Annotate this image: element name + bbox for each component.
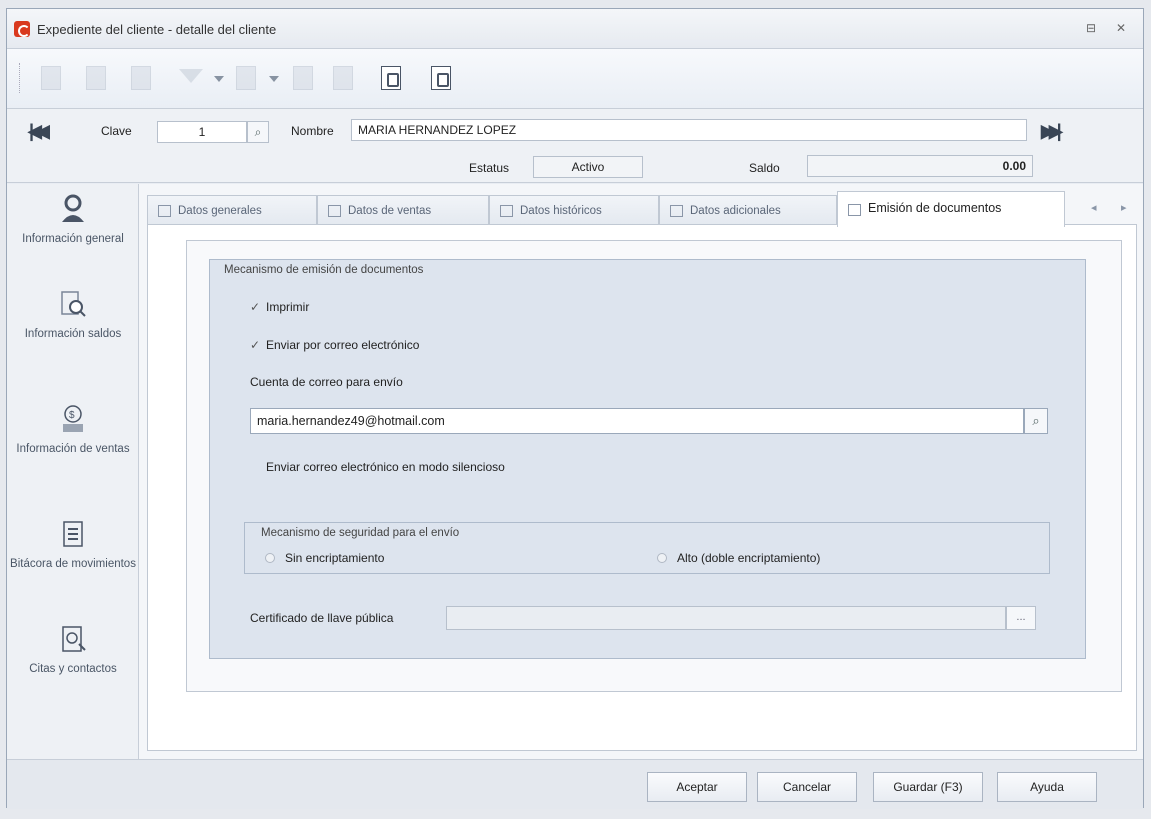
sales-doc-icon [328, 205, 341, 217]
tab-label: Emisión de documentos [868, 201, 1002, 215]
contacts-icon [62, 626, 86, 652]
guardar-button[interactable]: Guardar (F3) [873, 772, 983, 802]
app-logo-icon [14, 21, 30, 37]
tab-datos-adicionales[interactable]: Datos adicionales [659, 195, 837, 225]
print-dropdown-chevron-icon[interactable] [269, 76, 279, 82]
certificado-field[interactable] [446, 606, 1006, 630]
home-icon [158, 205, 171, 217]
estatus-label: Estatus [469, 161, 510, 175]
edit-record-icon[interactable] [82, 63, 112, 93]
sidebar-item-informacion-saldos[interactable]: Información saldos [7, 289, 139, 342]
svg-text:$: $ [69, 410, 75, 421]
emision-group-title: Mecanismo de emisión de documentos [224, 264, 424, 276]
correo-label: Enviar por correo electrónico [266, 338, 420, 352]
tab-label: Datos de ventas [348, 205, 432, 217]
cuenta-email-input[interactable]: maria.hernandez49@hotmail.com [250, 408, 1024, 434]
check-icon: ✓ [250, 338, 261, 352]
sidebar-item-citas-contactos[interactable]: Citas y contactos [7, 624, 139, 677]
imprimir-checkbox[interactable]: ✓ Imprimir [250, 300, 309, 314]
nombre-field[interactable]: MARIA HERNANDEZ LOPEZ [351, 119, 1027, 141]
clave-search-icon[interactable]: ⌕ [247, 121, 269, 143]
tab-panel: Mecanismo de emisión de documentos ✓ Impr… [147, 224, 1137, 751]
radio-alto-encriptamiento[interactable]: Alto (doble encriptamiento) [657, 551, 820, 565]
person-icon [62, 194, 84, 222]
email-search-icon[interactable]: ⌕ [1024, 408, 1048, 434]
dialog-footer: Aceptar Cancelar Guardar (F3) Ayuda [7, 759, 1143, 809]
radio-alto-label: Alto (doble encriptamiento) [677, 551, 821, 565]
tab-label: Datos adicionales [690, 205, 781, 217]
first-record-arrow-icon[interactable]: |◀◀ [29, 121, 50, 141]
seguridad-group: Mecanismo de seguridad para el envío Sin… [244, 522, 1050, 574]
sidebar-item-label: Información de ventas [16, 443, 130, 455]
last-record-arrow-icon[interactable]: ▶▶| [1041, 121, 1062, 141]
client-header: |◀◀ Clave 1 ⌕ Nombre MARIA HERNANDEZ LOP… [7, 109, 1143, 183]
sidebar-item-label: Citas y contactos [29, 663, 117, 675]
emision-container: Mecanismo de emisión de documentos ✓ Impr… [186, 240, 1122, 692]
log-list-icon [63, 521, 83, 547]
cuenta-label: Cuenta de correo para envío [250, 375, 403, 389]
saldo-field: 0.00 [807, 155, 1033, 177]
report-icon[interactable] [329, 63, 359, 93]
history-icon [500, 205, 513, 217]
saldo-label: Saldo [749, 161, 780, 175]
tab-scroll-right-icon[interactable]: ▸ [1121, 201, 1127, 214]
emision-group: Mecanismo de emisión de documentos ✓ Impr… [209, 259, 1086, 659]
radio-dot-icon [657, 553, 667, 563]
imprimir-label: Imprimir [266, 300, 310, 314]
silencioso-checkbox[interactable]: Enviar correo electrónico en modo silenc… [250, 460, 505, 474]
balance-search-icon [61, 291, 86, 317]
cancelar-button[interactable]: Cancelar [757, 772, 857, 802]
title-bar: Expediente del cliente - detalle del cli… [7, 9, 1143, 49]
sidebar-item-informacion-general[interactable]: Información general [7, 194, 139, 247]
estatus-field: Activo [533, 156, 643, 178]
sidebar-item-informacion-ventas[interactable]: $ Información de ventas [7, 404, 139, 457]
radio-dot-icon [265, 553, 275, 563]
radio-sin-encriptamiento[interactable]: Sin encriptamiento [265, 551, 384, 565]
close-button[interactable]: ✕ [1113, 20, 1129, 36]
tab-datos-generales[interactable]: Datos generales [147, 195, 317, 225]
check-icon: ✓ [250, 300, 261, 314]
sidebar-item-bitacora-movimientos[interactable]: Bitácora de movimientos [7, 519, 139, 572]
tab-datos-historicos[interactable]: Datos históricos [489, 195, 659, 225]
new-record-icon[interactable] [37, 63, 67, 93]
toolbar-grip [19, 63, 21, 93]
tab-label: Datos generales [178, 205, 262, 217]
radio-sin-label: Sin encriptamiento [285, 551, 385, 565]
toolbar [7, 49, 1143, 109]
nombre-label: Nombre [291, 124, 334, 138]
tab-strip: Datos generales Datos de ventas Datos hi… [147, 191, 1137, 227]
ayuda-button[interactable]: Ayuda [997, 772, 1097, 802]
document-settings-icon[interactable] [427, 63, 457, 93]
minimize-button[interactable]: ⊟ [1083, 20, 1099, 36]
seguridad-group-title: Mecanismo de seguridad para el envío [261, 527, 460, 539]
document-icon [848, 204, 861, 216]
window-title: Expediente del cliente - detalle del cli… [37, 22, 277, 37]
sidebar-item-label: Información saldos [24, 328, 122, 340]
export-icon[interactable] [289, 63, 319, 93]
extra-data-icon [670, 205, 683, 217]
copy-record-icon[interactable] [127, 63, 157, 93]
clave-label: Clave [101, 124, 132, 138]
aceptar-button[interactable]: Aceptar [647, 772, 747, 802]
tab-emision-documentos[interactable]: Emisión de documentos [837, 191, 1065, 227]
attach-document-icon[interactable] [377, 63, 407, 93]
content-area: Datos generales Datos de ventas Datos hi… [139, 184, 1143, 759]
filter-icon[interactable] [177, 63, 207, 93]
sidebar-item-label: Bitácora de movimientos [10, 558, 136, 570]
filter-dropdown-chevron-icon[interactable] [214, 76, 224, 82]
silencioso-label: Enviar correo electrónico en modo silenc… [266, 460, 505, 474]
sidebar: Información general Información saldos $… [7, 184, 139, 759]
sidebar-item-label: Información general [22, 233, 124, 245]
tab-scroll-left-icon[interactable]: ◂ [1091, 201, 1097, 214]
tab-datos-ventas[interactable]: Datos de ventas [317, 195, 489, 225]
print-icon[interactable] [232, 63, 262, 93]
certificado-browse-button[interactable]: ... [1006, 606, 1036, 630]
correo-checkbox[interactable]: ✓ Enviar por correo electrónico [250, 338, 419, 352]
clave-field[interactable]: 1 [157, 121, 247, 143]
certificado-label: Certificado de llave pública [250, 611, 394, 625]
sales-money-icon: $ [63, 405, 83, 432]
tab-label: Datos históricos [520, 205, 602, 217]
client-detail-window: Expediente del cliente - detalle del cli… [6, 8, 1144, 809]
